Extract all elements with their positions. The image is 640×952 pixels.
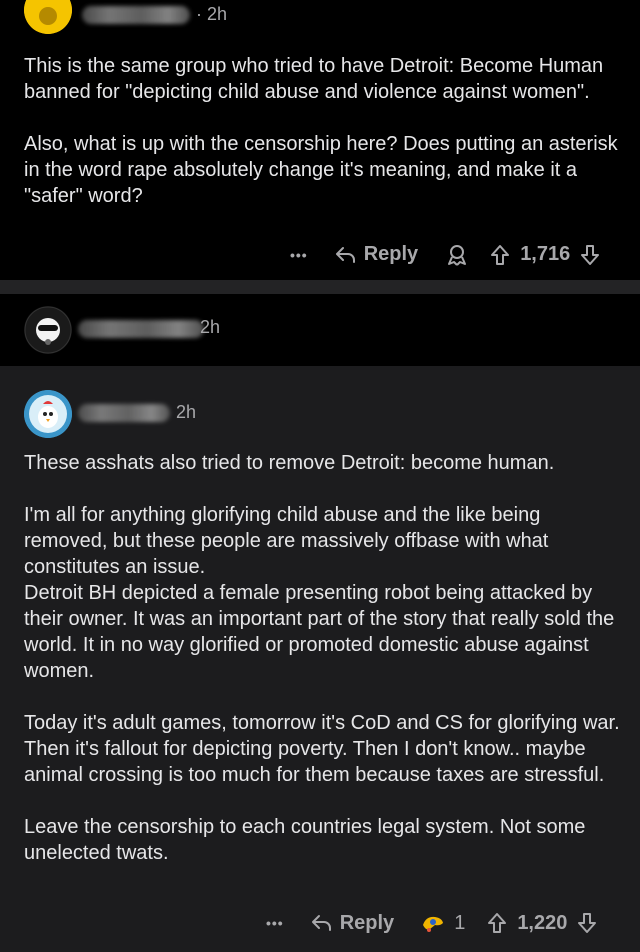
upvote-arrow-icon	[488, 913, 507, 933]
more-options-button[interactable]: •••	[290, 247, 308, 263]
comment-1: · 2h This is the same group who tried to…	[0, 0, 640, 280]
upvote-button[interactable]	[487, 912, 507, 934]
reply-arrow-icon	[335, 246, 355, 263]
comment-actions: ••• Reply 1,716	[290, 243, 600, 266]
upvote-button[interactable]	[490, 244, 510, 266]
downvote-arrow-icon	[578, 913, 597, 933]
award-icon	[448, 244, 467, 266]
downvote-arrow-icon	[581, 244, 600, 265]
comment-3: 2h These asshats also tried to remove De…	[0, 366, 640, 952]
upvote-arrow-icon	[491, 244, 510, 265]
comment-actions: ••• Reply 1 1,220	[266, 911, 597, 935]
award-count: 1	[454, 911, 466, 934]
comment-paragraph: These asshats also tried to remove Detro…	[24, 452, 555, 474]
comment-paragraph: This is the same group who tried to have…	[24, 55, 604, 103]
award-button[interactable]	[446, 244, 468, 266]
reply-button[interactable]: Reply	[310, 912, 394, 935]
redacted-username	[78, 320, 204, 338]
vote-count: 1,220	[517, 911, 568, 934]
vote-count: 1,716	[520, 243, 571, 265]
award-hand-icon	[423, 916, 444, 932]
comment-2-collapsed[interactable]: 2h	[0, 294, 640, 366]
user-avatar[interactable]	[24, 390, 72, 438]
user-avatar[interactable]	[24, 0, 72, 34]
award-button[interactable]: 1	[420, 911, 465, 935]
downvote-button[interactable]	[577, 912, 597, 934]
redacted-username	[82, 6, 190, 24]
comment-paragraph: Also, what is up with the censorship her…	[24, 133, 618, 207]
snoo-avatar-icon	[24, 306, 72, 354]
reply-arrow-icon	[311, 915, 331, 931]
comment-paragraph: Leave the censorship to each countries l…	[24, 816, 586, 864]
thread-divider	[0, 280, 640, 294]
comment-paragraph: Today it's adult games, tomorrow it's Co…	[24, 712, 620, 786]
more-options-button[interactable]: •••	[266, 915, 284, 931]
downvote-button[interactable]	[580, 244, 600, 266]
comment-paragraph: I'm all for anything glorifying child ab…	[24, 504, 615, 682]
user-avatar[interactable]	[24, 306, 72, 354]
comment-timestamp: · 2h	[196, 4, 228, 24]
chicken-avatar-icon	[24, 390, 72, 438]
reply-button[interactable]: Reply	[334, 243, 418, 266]
comment-timestamp: 2h	[176, 402, 197, 422]
redacted-username	[78, 404, 170, 422]
snoo-avatar-icon	[24, 0, 72, 34]
reply-label: Reply	[363, 243, 419, 265]
comment-timestamp: 2h	[200, 317, 221, 337]
reply-label: Reply	[339, 911, 395, 934]
comment-body: This is the same group who tried to have…	[24, 53, 624, 209]
comment-body: These asshats also tried to remove Detro…	[24, 450, 624, 866]
